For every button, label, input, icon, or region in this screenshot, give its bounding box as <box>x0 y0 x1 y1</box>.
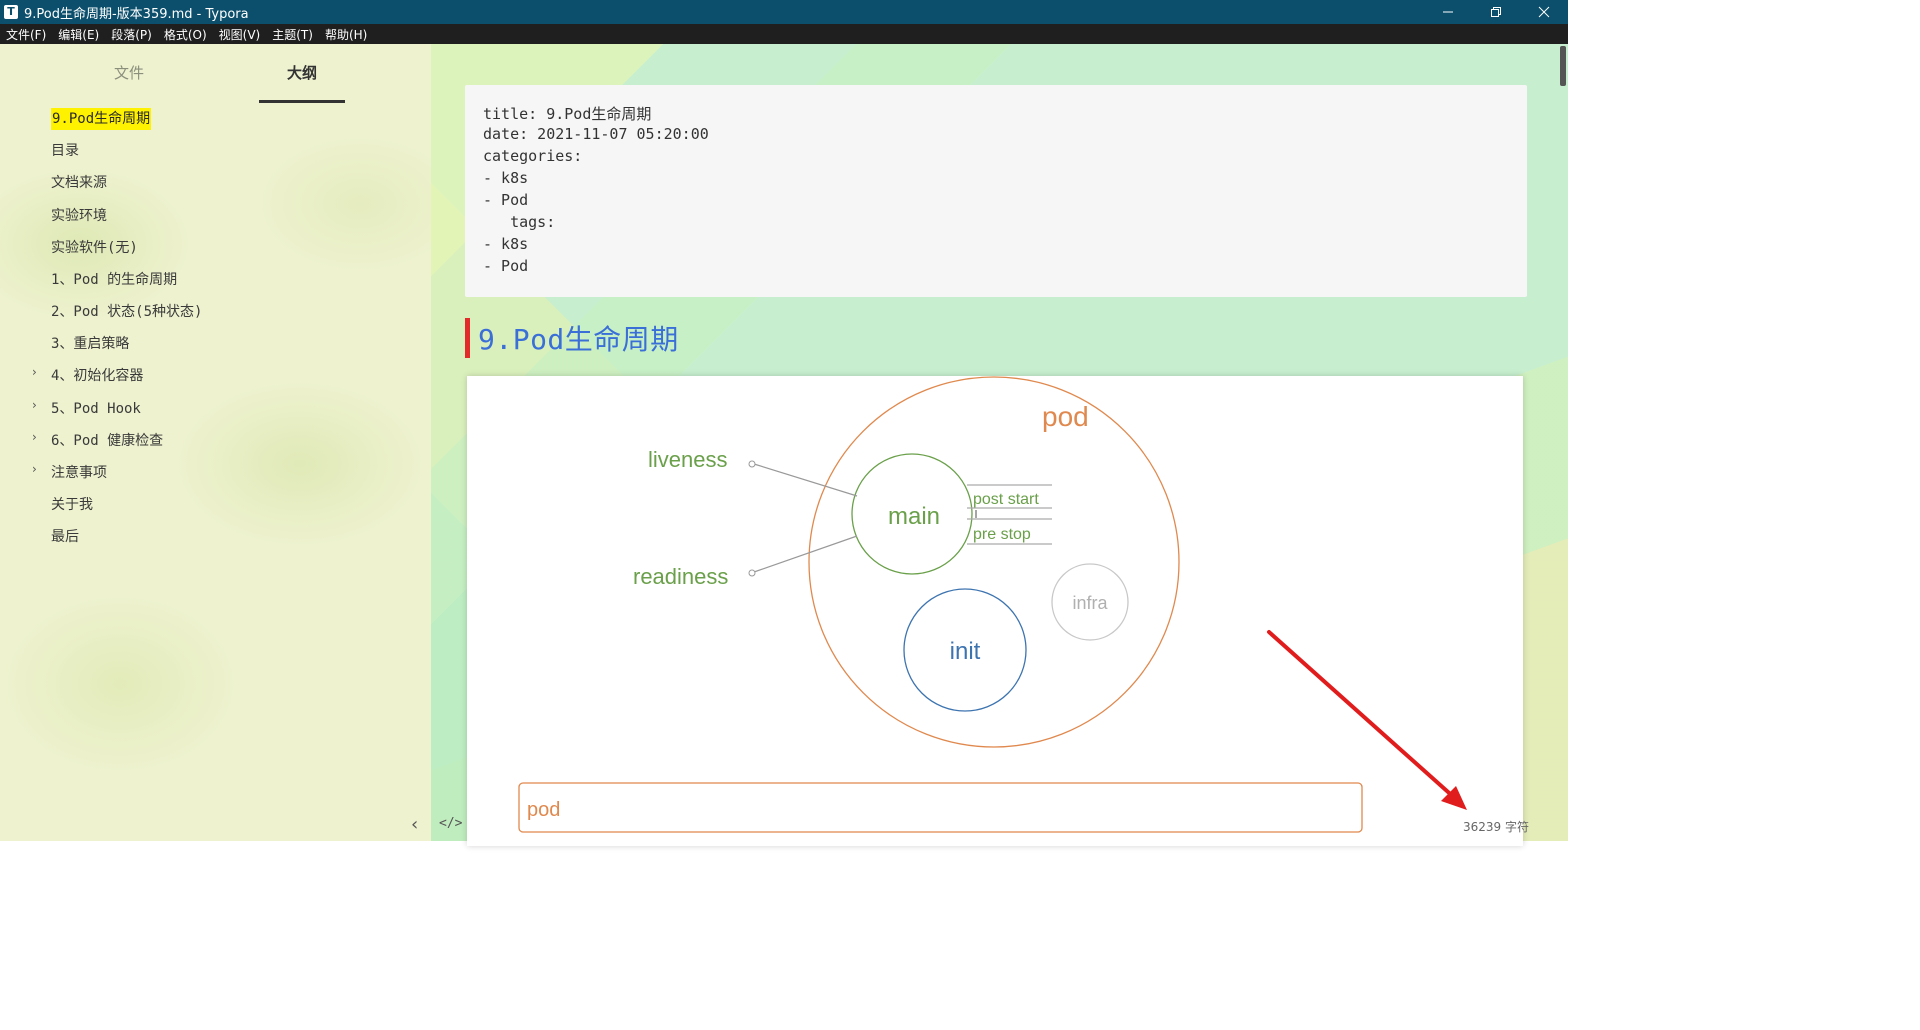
outline-item[interactable]: 实验软件(无) <box>51 237 138 259</box>
tab-files[interactable]: 文件 <box>114 62 144 83</box>
menu-file[interactable]: 文件(F) <box>0 26 52 43</box>
heading-text: 9.Pod生命周期 <box>478 323 679 356</box>
collapse-sidebar-button[interactable]: ‹ <box>411 814 418 835</box>
outline-item[interactable]: 文档来源 <box>51 172 107 194</box>
window-controls <box>1424 0 1568 24</box>
front-matter-line: - k8s <box>483 235 529 253</box>
outline-item[interactable]: 9.Pod生命周期 <box>51 108 152 130</box>
liveness-endpoint <box>748 460 756 468</box>
yaml-front-matter[interactable]: title: 9.Pod生命周期 date: 2021-11-07 05:20:… <box>465 85 1527 297</box>
outline-item[interactable]: 6、Pod 健康检查 <box>51 430 163 452</box>
expand-chevron-icon[interactable]: › <box>32 398 44 420</box>
menu-help[interactable]: 帮助(H) <box>319 26 373 43</box>
restore-button[interactable] <box>1472 0 1520 24</box>
source-mode-toggle[interactable]: </> <box>439 816 462 831</box>
readiness-label: readiness <box>633 564 728 589</box>
minimize-icon <box>1443 11 1453 13</box>
front-matter-line: categories: <box>483 147 583 165</box>
tab-outline[interactable]: 大纲 <box>287 62 317 83</box>
outline-item[interactable]: 5、Pod Hook <box>51 398 141 420</box>
close-button[interactable] <box>1520 0 1568 24</box>
expand-chevron-icon[interactable]: › <box>32 430 44 452</box>
pod-circle <box>808 376 1180 748</box>
main-label: main <box>888 503 940 530</box>
outline-item[interactable]: 实验环境 <box>51 205 107 227</box>
menu-edit[interactable]: 编辑(E) <box>52 26 105 43</box>
outline-item[interactable]: 注意事项 <box>51 462 107 484</box>
typora-app-icon: T <box>4 5 18 19</box>
heading-accent-bar <box>465 318 470 358</box>
outline-item[interactable]: 4、初始化容器 <box>51 365 143 387</box>
menu-bar: 文件(F) 编辑(E) 段落(P) 格式(O) 视图(V) 主题(T) 帮助(H… <box>0 24 1568 44</box>
post-start-label: post start <box>973 491 1039 508</box>
front-matter-line: title: 9.Pod生命周期 <box>483 105 652 123</box>
sidebar: 文件 大纲 9.Pod生命周期 目录 文档来源 实验环境 实验软件(无) 1、P… <box>0 44 431 841</box>
menu-view[interactable]: 视图(V) <box>213 26 267 43</box>
outline-item[interactable]: 关于我 <box>51 494 93 516</box>
title-bar: T 9.Pod生命周期-版本359.md - Typora <box>0 0 1568 24</box>
outline-item[interactable]: 2、Pod 状态(5种状态) <box>51 301 202 323</box>
restore-icon <box>1491 7 1501 17</box>
pre-stop-label: pre stop <box>973 526 1031 543</box>
init-label: init <box>950 638 981 665</box>
scrollbar[interactable] <box>1558 44 1568 841</box>
outline-item[interactable]: 最后 <box>51 526 79 548</box>
front-matter-line: - k8s <box>483 169 529 187</box>
outline-item[interactable]: 目录 <box>51 140 79 162</box>
active-tab-indicator <box>259 100 345 103</box>
liveness-label: liveness <box>648 447 727 472</box>
window-title: 9.Pod生命周期-版本359.md - Typora <box>24 6 249 22</box>
menu-theme[interactable]: 主题(T) <box>266 26 319 43</box>
close-icon <box>1538 6 1550 18</box>
scrollbar-thumb[interactable] <box>1560 46 1566 86</box>
front-matter-line: date: 2021-11-07 05:20:00 <box>483 125 709 143</box>
menu-paragraph[interactable]: 段落(P) <box>105 26 158 43</box>
timeline-label: pod <box>527 799 560 821</box>
editor-content[interactable]: title: 9.Pod生命周期 date: 2021-11-07 05:20:… <box>411 44 1568 846</box>
expand-chevron-icon[interactable]: › <box>32 462 44 484</box>
document-heading[interactable]: 9.Pod生命周期 <box>465 317 679 359</box>
sidebar-tabs: 文件 大纲 <box>0 54 431 103</box>
pod-label: pod <box>1042 401 1089 432</box>
menu-format[interactable]: 格式(O) <box>158 26 213 43</box>
readiness-endpoint <box>748 569 756 577</box>
liveness-connector <box>753 463 858 497</box>
expand-chevron-icon[interactable]: › <box>32 365 44 387</box>
front-matter-line: - Pod <box>483 257 529 275</box>
red-annotation-arrow <box>1267 630 1467 810</box>
outline-item[interactable]: 3、重启策略 <box>51 333 129 355</box>
readiness-connector <box>753 535 858 573</box>
front-matter-line: tags: <box>483 213 556 231</box>
front-matter-line: - Pod <box>483 191 529 209</box>
minimize-button[interactable] <box>1424 0 1472 24</box>
outline-item[interactable]: 1、Pod 的生命周期 <box>51 269 177 291</box>
infra-label: infra <box>1072 593 1108 613</box>
